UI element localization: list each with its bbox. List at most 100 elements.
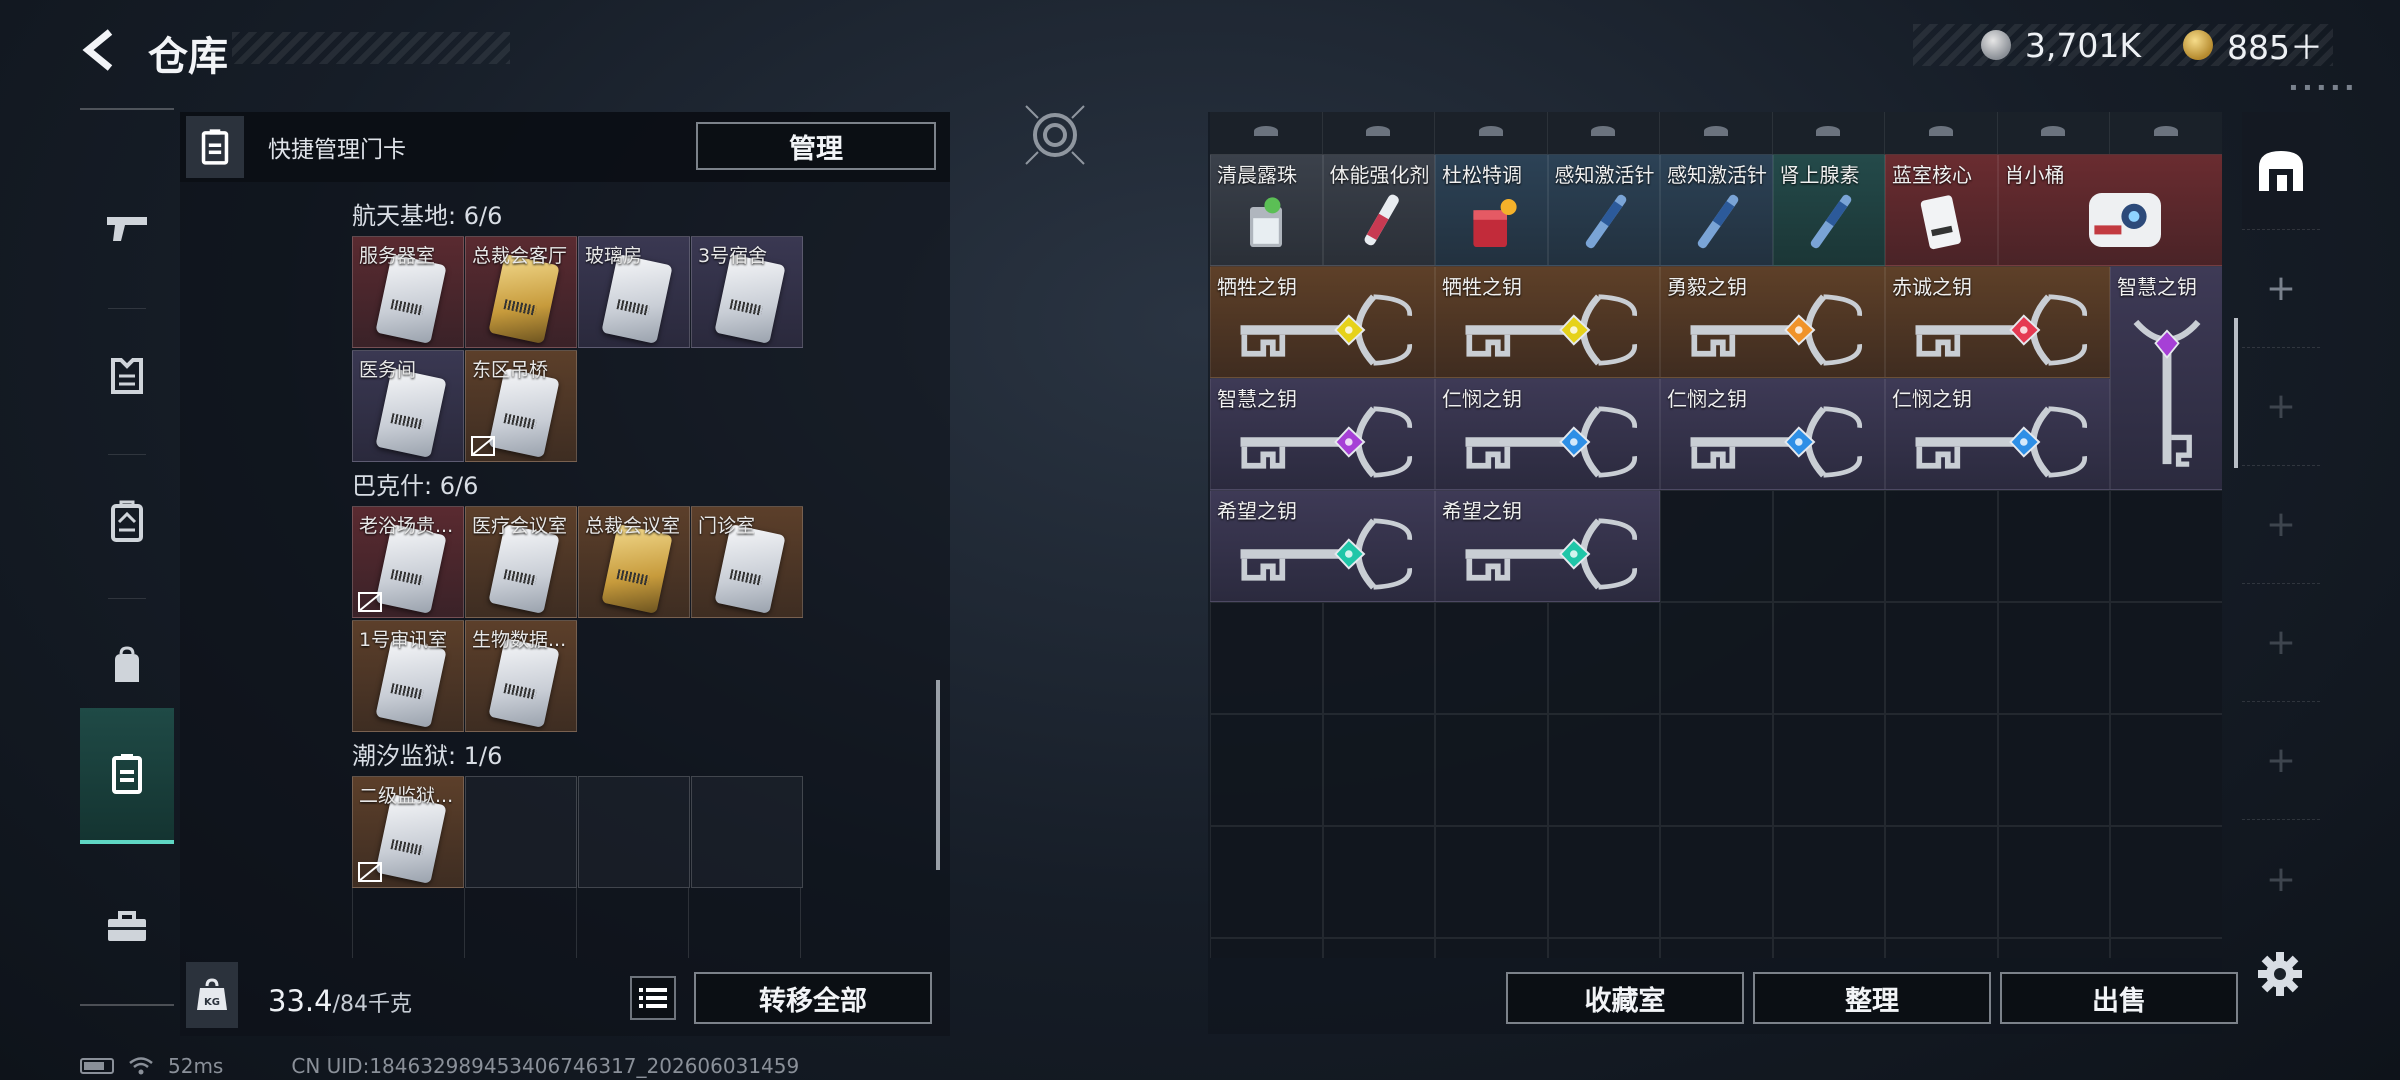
empty-slot[interactable]	[1997, 826, 2110, 938]
empty-slot[interactable]	[1547, 938, 1660, 958]
keycard-item[interactable]: 服务器室	[352, 236, 464, 348]
inventory-item[interactable]: 仁悯之钥	[1660, 378, 1885, 490]
inventory-item[interactable]: 蓝室核心	[1885, 154, 1998, 266]
empty-slot[interactable]	[1885, 490, 1998, 602]
empty-slot[interactable]	[2110, 602, 2222, 714]
manage-button[interactable]: 管理	[696, 122, 936, 170]
partial-slot[interactable]	[1660, 112, 1773, 154]
empty-slot[interactable]	[1885, 826, 1998, 938]
inventory-item[interactable]: 杜松特调	[1435, 154, 1548, 266]
right-scrollbar[interactable]	[2234, 318, 2238, 468]
empty-slot[interactable]	[1660, 602, 1773, 714]
inventory-item[interactable]: 感知激活针	[1660, 154, 1773, 266]
sell-button[interactable]: 出售	[2000, 972, 2238, 1024]
inventory-item[interactable]: 勇毅之钥	[1660, 266, 1885, 378]
keycard-item[interactable]: 医疗会议室	[465, 506, 577, 618]
empty-slot[interactable]	[1660, 938, 1773, 958]
keycard-item[interactable]: 二级监狱...	[352, 776, 464, 888]
empty-slot[interactable]	[1322, 938, 1435, 958]
empty-keycard-slot[interactable]	[578, 776, 690, 888]
transfer-all-button[interactable]: 转移全部	[694, 972, 932, 1024]
partial-slot[interactable]	[1772, 112, 1885, 154]
empty-slot[interactable]	[2110, 938, 2222, 958]
keycard-item[interactable]: 1号审讯室	[352, 620, 464, 732]
left-scrollbar[interactable]	[936, 680, 940, 870]
empty-slot[interactable]	[2110, 826, 2222, 938]
partial-slot[interactable]	[1885, 112, 1998, 154]
inventory-item[interactable]: 仁悯之钥	[1435, 378, 1660, 490]
nav-keycards[interactable]	[80, 708, 174, 844]
empty-slot[interactable]	[1772, 938, 1885, 958]
back-button[interactable]	[78, 22, 122, 78]
inventory-item[interactable]: 智慧之钥	[1210, 378, 1435, 490]
keycard-item[interactable]: 3号宿舍	[691, 236, 803, 348]
sort-button[interactable]: 整理	[1753, 972, 1991, 1024]
empty-slot[interactable]	[1435, 602, 1548, 714]
partial-slot[interactable]	[1435, 112, 1548, 154]
partial-slot[interactable]	[1997, 112, 2110, 154]
empty-slot[interactable]	[1435, 826, 1548, 938]
empty-slot[interactable]	[1660, 714, 1773, 826]
empty-keycard-slot[interactable]	[691, 776, 803, 888]
inventory-item[interactable]: 感知激活针	[1547, 154, 1660, 266]
storage-grid[interactable]: 清晨露珠 体能强化剂 杜松特调 感知激活针 感知激活针 肾上腺素 蓝室核心 肖小桶 牺牲之钥 牺牲…	[1210, 112, 2222, 958]
inventory-item[interactable]: 希望之钥	[1210, 490, 1435, 602]
empty-slot[interactable]	[1772, 826, 1885, 938]
inventory-item[interactable]: 肖小桶	[1997, 154, 2222, 266]
nav-backpack-rig[interactable]	[80, 454, 174, 590]
empty-slot[interactable]	[1772, 602, 1885, 714]
nav-armor[interactable]	[80, 308, 174, 444]
empty-slot[interactable]	[1885, 602, 1998, 714]
empty-slot[interactable]	[1435, 938, 1548, 958]
add-tab-button[interactable]: +	[2242, 466, 2320, 584]
partial-slot[interactable]	[1322, 112, 1435, 154]
empty-slot[interactable]	[1997, 714, 2110, 826]
empty-slot[interactable]	[1660, 826, 1773, 938]
empty-slot[interactable]	[1772, 490, 1885, 602]
partial-slot[interactable]	[1210, 112, 1323, 154]
add-tab-button[interactable]: +	[2242, 584, 2320, 702]
empty-slot[interactable]	[1210, 602, 1323, 714]
empty-slot[interactable]	[1322, 602, 1435, 714]
keycard-item[interactable]: 生物数据...	[465, 620, 577, 732]
inventory-item[interactable]: 智慧之钥	[2110, 266, 2222, 490]
empty-slot[interactable]	[2110, 714, 2222, 826]
gold-currency-value[interactable]: 885＋	[2227, 21, 2323, 69]
keycard-item[interactable]: 东区吊桥	[465, 350, 577, 462]
list-view-button[interactable]	[630, 976, 676, 1020]
inventory-item[interactable]: 清晨露珠	[1210, 154, 1323, 266]
empty-slot[interactable]	[1435, 714, 1548, 826]
inventory-item[interactable]: 赤诚之钥	[1885, 266, 2110, 378]
keycard-item[interactable]: 总裁会客厅	[465, 236, 577, 348]
empty-slot[interactable]	[1210, 714, 1323, 826]
add-tab-button[interactable]: +	[2242, 230, 2320, 348]
add-tab-button[interactable]: +	[2242, 820, 2320, 938]
empty-slot[interactable]	[1547, 602, 1660, 714]
partial-slot[interactable]	[1547, 112, 1660, 154]
empty-slot[interactable]	[1997, 938, 2110, 958]
empty-slot[interactable]	[1322, 826, 1435, 938]
partial-slot[interactable]	[2110, 112, 2222, 154]
empty-slot[interactable]	[1997, 490, 2110, 602]
gear-icon[interactable]	[2256, 950, 2304, 998]
empty-slot[interactable]	[1885, 714, 1998, 826]
empty-keycard-slot[interactable]	[465, 776, 577, 888]
empty-slot[interactable]	[1547, 826, 1660, 938]
empty-slot[interactable]	[1210, 826, 1323, 938]
inventory-item[interactable]: 肾上腺素	[1772, 154, 1885, 266]
add-tab-button[interactable]: +	[2242, 348, 2320, 466]
keycard-item[interactable]: 老浴场贵...	[352, 506, 464, 618]
nav-toolbox[interactable]	[80, 858, 174, 994]
keycard-item[interactable]: 医务间	[352, 350, 464, 462]
storage-tab-1[interactable]	[2242, 112, 2320, 230]
keycard-item[interactable]: 玻璃房	[578, 236, 690, 348]
inventory-item[interactable]: 希望之钥	[1435, 490, 1660, 602]
add-tab-button[interactable]: +	[2242, 702, 2320, 820]
nav-weapons[interactable]	[80, 160, 174, 296]
empty-slot[interactable]	[1660, 490, 1773, 602]
empty-slot[interactable]	[1997, 602, 2110, 714]
empty-slot[interactable]	[1772, 714, 1885, 826]
keycard-item[interactable]: 门诊室	[691, 506, 803, 618]
collection-room-button[interactable]: 收藏室	[1506, 972, 1744, 1024]
empty-slot[interactable]	[1547, 714, 1660, 826]
